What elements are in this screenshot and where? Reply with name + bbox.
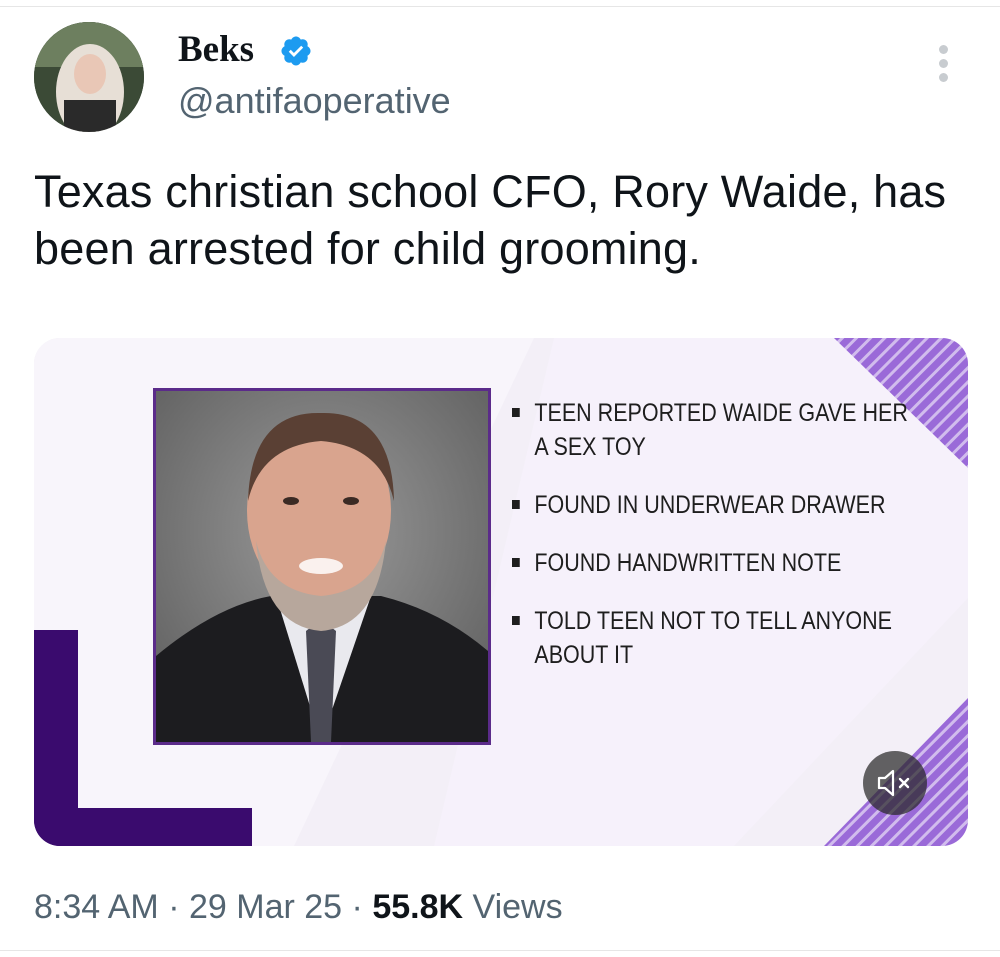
bullet-item: FOUND HANDWRITTEN NOTE [512,546,925,580]
tweet-media[interactable]: TEEN REPORTED WAIDE GAVE HER A SEX TOY F… [34,338,968,846]
verified-badge-icon [281,36,311,66]
bullet-item: TOLD TEEN NOT TO TELL ANYONE ABOUT IT [512,604,925,672]
top-divider [0,6,1000,7]
bullet-marker [512,500,520,509]
more-options-icon[interactable] [934,45,952,91]
bullet-marker [512,558,520,567]
tweet-time[interactable]: 8:34 AM [34,888,159,926]
meta-separator: · [168,888,180,926]
mute-button[interactable] [863,751,927,815]
tweet-meta: 8:34 AM · 29 Mar 25 · 55.8K Views [34,888,563,927]
speaker-muted-icon [877,769,910,797]
views-label: Views [472,888,563,926]
bullet-item: TEEN REPORTED WAIDE GAVE HER A SEX TOY [512,396,925,464]
views-count[interactable]: 55.8K [372,888,463,926]
bottom-divider [0,950,1000,951]
bullet-text: FOUND HANDWRITTEN NOTE [534,549,842,577]
tweet-text: Texas christian school CFO, Rory Waide, … [34,166,947,274]
avatar[interactable] [34,22,144,132]
bullet-marker [512,616,520,625]
bullet-text: FOUND IN UNDERWEAR DRAWER [534,491,886,519]
tweet-date[interactable]: 29 Mar 25 [189,888,342,926]
bullet-text: TEEN REPORTED WAIDE GAVE HER A SEX TOY [534,399,908,461]
bullet-marker [512,408,520,417]
bullet-item: FOUND IN UNDERWEAR DRAWER [512,488,925,522]
bullet-text: TOLD TEEN NOT TO TELL ANYONE ABOUT IT [534,607,893,669]
meta-separator: · [351,888,363,926]
author-handle[interactable]: @antifaoperative [178,80,451,122]
mugshot-photo [153,388,491,745]
bullet-list: TEEN REPORTED WAIDE GAVE HER A SEX TOY F… [512,396,932,696]
author-name[interactable]: Beks [178,28,254,71]
